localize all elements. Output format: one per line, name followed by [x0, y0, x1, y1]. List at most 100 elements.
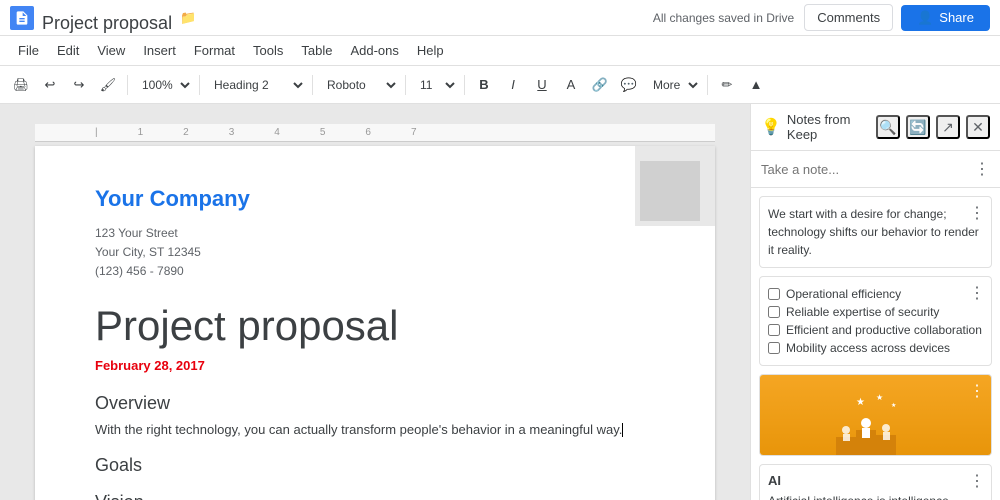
doc-date[interactable]: February 28, 2017	[95, 358, 655, 373]
goals-heading[interactable]: Goals	[95, 455, 655, 476]
checkbox-4[interactable]	[768, 342, 780, 354]
ruler-mark: 7	[411, 127, 417, 138]
menu-view[interactable]: View	[89, 41, 133, 60]
checklist-label-1: Operational efficiency	[786, 287, 901, 301]
link-button[interactable]: 🔗	[587, 72, 613, 98]
font-size-select[interactable]: 11	[412, 72, 458, 98]
separator5	[464, 75, 465, 95]
menu-addons[interactable]: Add-ons	[342, 41, 406, 60]
heading-select[interactable]: Heading 2	[206, 72, 306, 98]
share-button[interactable]: 👤 Share	[901, 5, 990, 31]
notes-search-button[interactable]: 🔍	[876, 115, 900, 139]
ruler-mark: 4	[274, 127, 280, 138]
note-card-1[interactable]: ⋮ We start with a desire for change; tec…	[759, 196, 992, 268]
autosave-status: All changes saved in Drive	[653, 11, 794, 25]
menu-file[interactable]: File	[10, 41, 47, 60]
text-cursor	[622, 423, 623, 437]
overview-heading[interactable]: Overview	[95, 393, 655, 414]
take-note-input[interactable]	[761, 162, 974, 177]
checklist-label-2: Reliable expertise of security	[786, 305, 939, 319]
ai-card[interactable]: ⋮ AI Artificial intelligence is intellig…	[759, 464, 992, 500]
image-menu-icon[interactable]: ⋮	[969, 381, 985, 401]
address-line-2: Your City, ST 12345	[95, 243, 655, 262]
folder-icon: 📁	[180, 10, 196, 26]
separator4	[405, 75, 406, 95]
underline-button[interactable]: U	[529, 72, 555, 98]
collapse-button[interactable]: ▲	[743, 72, 769, 98]
comment-inline-button[interactable]: 💬	[616, 72, 642, 98]
keep-icon: 💡	[761, 117, 781, 137]
address-line-1: 123 Your Street	[95, 224, 655, 243]
company-name[interactable]: Your Company	[95, 186, 655, 212]
more-select[interactable]: More	[645, 72, 701, 98]
separator3	[312, 75, 313, 95]
checklist-card[interactable]: ⋮ Operational efficiency Reliable expert…	[759, 276, 992, 366]
separator6	[707, 75, 708, 95]
zoom-select[interactable]: 100%	[134, 72, 193, 98]
checklist-menu-icon[interactable]: ⋮	[969, 283, 985, 303]
note-1-text: We start with a desire for change; techn…	[768, 205, 983, 259]
menu-insert[interactable]: Insert	[135, 41, 184, 60]
separator2	[199, 75, 200, 95]
redo-button[interactable]: ↪	[66, 72, 92, 98]
take-note-area[interactable]: ⋮	[751, 151, 1000, 188]
image-card[interactable]: ⋮ ★	[759, 374, 992, 456]
title-bar: Project proposal 📁 All changes saved in …	[0, 0, 1000, 36]
notes-body: ⋮ ⋮ We start with a desire for change; t…	[751, 151, 1000, 500]
menu-help[interactable]: Help	[409, 41, 452, 60]
note-1-menu-icon[interactable]: ⋮	[969, 203, 985, 223]
svg-text:★: ★	[876, 393, 883, 402]
undo-button[interactable]: ↩	[37, 72, 63, 98]
ruler: | 1 2 3 4 5 6 7	[35, 124, 715, 142]
bold-button[interactable]: B	[471, 72, 497, 98]
checklist-item-3[interactable]: Efficient and productive collaboration	[768, 321, 983, 339]
ruler-mark: 2	[183, 127, 189, 138]
ruler-mark: 6	[365, 127, 371, 138]
comments-button[interactable]: Comments	[804, 4, 893, 31]
note-menu-icon[interactable]: ⋮	[974, 159, 990, 179]
menu-format[interactable]: Format	[186, 41, 243, 60]
font-select[interactable]: Roboto	[319, 72, 399, 98]
checklist-item-4[interactable]: Mobility access across devices	[768, 339, 983, 357]
checklist-item-2[interactable]: Reliable expertise of security	[768, 303, 983, 321]
notes-title: Notes from Keep	[787, 112, 870, 142]
ruler-mark: 1	[138, 127, 144, 138]
document-page[interactable]: Your Company 123 Your Street Your City, …	[35, 146, 715, 500]
main-area: | 1 2 3 4 5 6 7 Your Company 123 Your St…	[0, 104, 1000, 500]
menu-tools[interactable]: Tools	[245, 41, 291, 60]
notes-refresh-button[interactable]: 🔄	[906, 115, 930, 139]
overview-text: With the right technology, you can actua…	[95, 420, 655, 440]
menu-edit[interactable]: Edit	[49, 41, 87, 60]
docs-icon	[10, 6, 34, 30]
notes-close-button[interactable]: ✕	[966, 115, 990, 139]
expand-button[interactable]: ✏	[714, 72, 740, 98]
doc-main-title[interactable]: Project proposal	[95, 302, 655, 350]
document-title[interactable]: Project proposal	[42, 13, 172, 34]
text-color-button[interactable]: A	[558, 72, 584, 98]
checkbox-3[interactable]	[768, 324, 780, 336]
checkbox-1[interactable]	[768, 288, 780, 300]
checklist-label-4: Mobility access across devices	[786, 341, 950, 355]
paint-format-button[interactable]: 🖌	[95, 72, 121, 98]
checklist-item-1[interactable]: Operational efficiency	[768, 285, 983, 303]
notes-panel: 💡 Notes from Keep 🔍 🔄 ↗ ✕ ⋮ ⋮ We start w…	[750, 104, 1000, 500]
ai-menu-icon[interactable]: ⋮	[969, 471, 985, 491]
notes-header: 💡 Notes from Keep 🔍 🔄 ↗ ✕	[751, 104, 1000, 151]
svg-text:★: ★	[856, 397, 865, 408]
ai-card-title: AI	[768, 473, 983, 488]
print-button[interactable]: 🖨	[8, 72, 34, 98]
checklist-label-3: Efficient and productive collaboration	[786, 323, 982, 337]
separator1	[127, 75, 128, 95]
notes-external-button[interactable]: ↗	[936, 115, 960, 139]
share-icon: 👤	[917, 10, 933, 26]
checkbox-2[interactable]	[768, 306, 780, 318]
ai-card-text: Artificial intelligence is intelligence …	[768, 492, 983, 500]
vision-heading[interactable]: Vision	[95, 492, 655, 500]
ruler-mark: 3	[229, 127, 235, 138]
document-area[interactable]: | 1 2 3 4 5 6 7 Your Company 123 Your St…	[0, 104, 750, 500]
svg-text:★: ★	[891, 402, 896, 409]
italic-button[interactable]: I	[500, 72, 526, 98]
menu-bar: File Edit View Insert Format Tools Table…	[0, 36, 1000, 66]
menu-table[interactable]: Table	[293, 41, 340, 60]
ruler-mark: |	[95, 127, 98, 138]
